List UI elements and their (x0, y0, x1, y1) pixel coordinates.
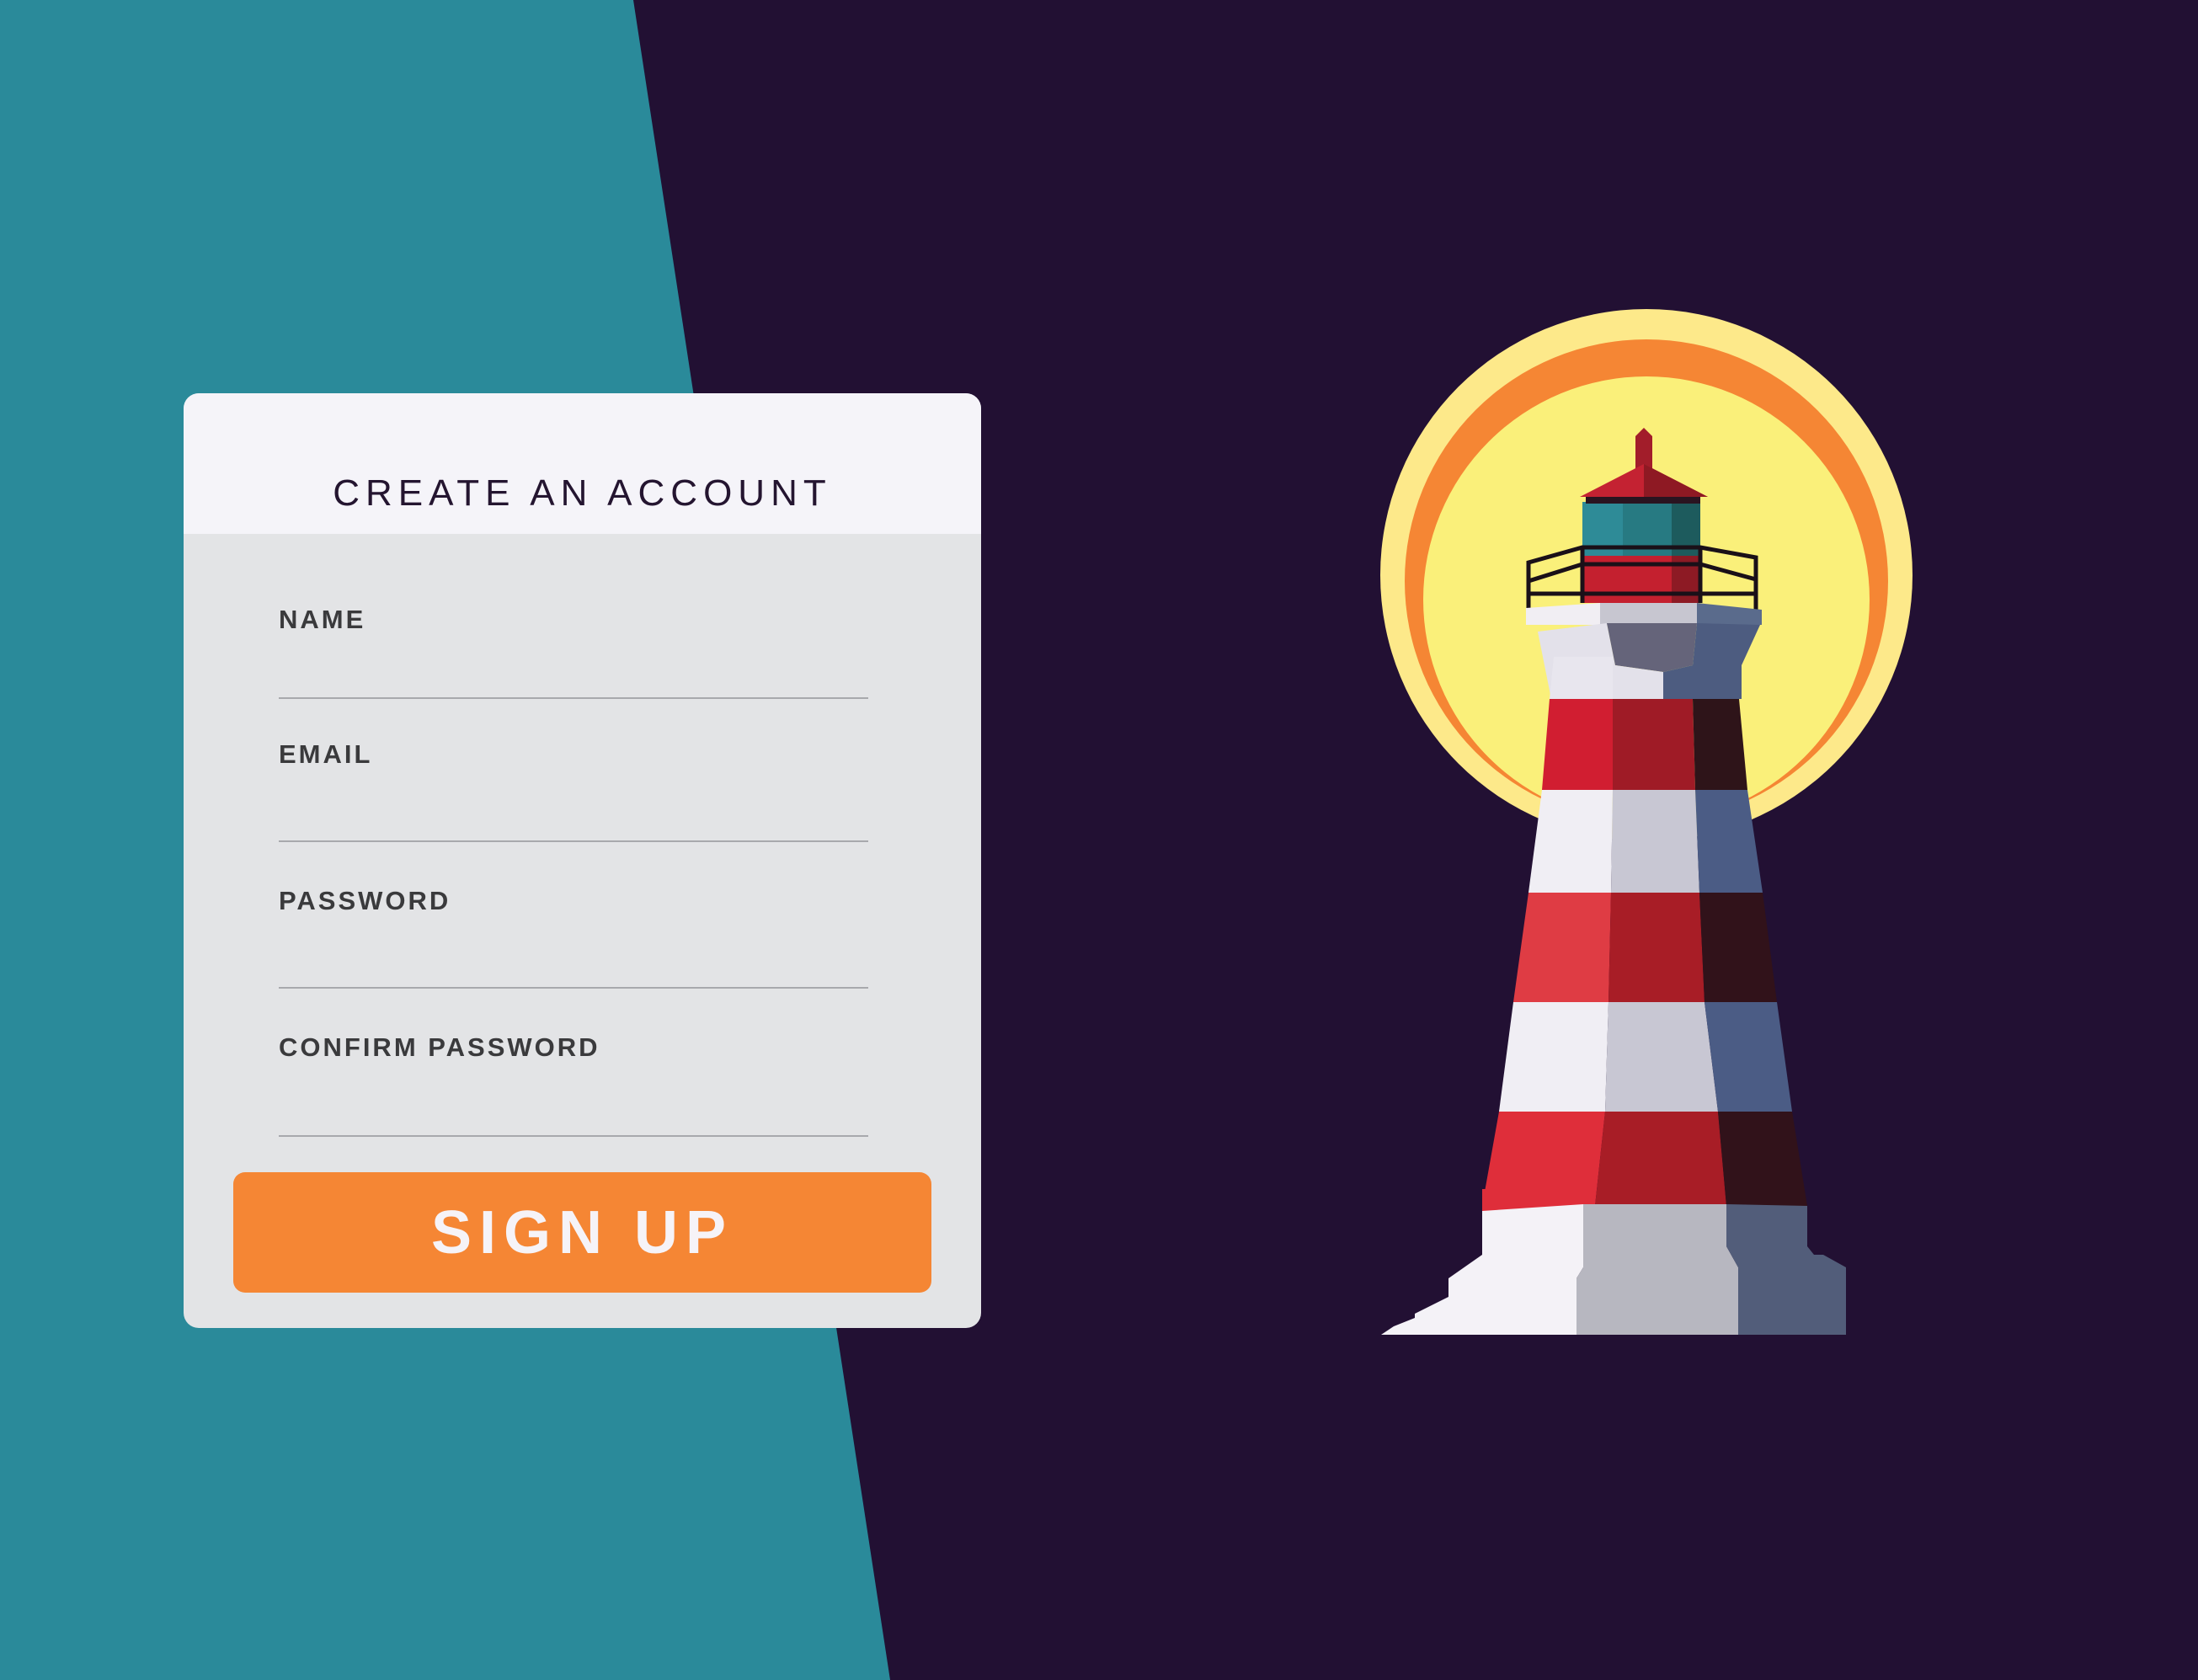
card-header: CREATE AN ACCOUNT (184, 393, 981, 534)
signup-page: CREATE AN ACCOUNT NAME EMAIL PASSWORD CO… (0, 0, 2198, 1680)
name-label: NAME (279, 605, 366, 634)
email-field: EMAIL (279, 741, 868, 859)
name-input[interactable] (279, 655, 868, 699)
form-title: CREATE AN ACCOUNT (333, 472, 832, 514)
email-label: EMAIL (279, 739, 373, 769)
password-field: PASSWORD (279, 888, 868, 1005)
sign-up-button[interactable]: SIGN UP (233, 1172, 931, 1293)
confirm-password-input[interactable] (279, 1093, 868, 1137)
password-input[interactable] (279, 945, 868, 989)
name-field: NAME (279, 606, 868, 724)
password-label: PASSWORD (279, 886, 451, 915)
confirm-password-label: CONFIRM PASSWORD (279, 1032, 600, 1062)
email-input[interactable] (279, 798, 868, 842)
signup-card: CREATE AN ACCOUNT NAME EMAIL PASSWORD CO… (184, 393, 981, 1328)
confirm-password-field: CONFIRM PASSWORD (279, 1034, 868, 1152)
